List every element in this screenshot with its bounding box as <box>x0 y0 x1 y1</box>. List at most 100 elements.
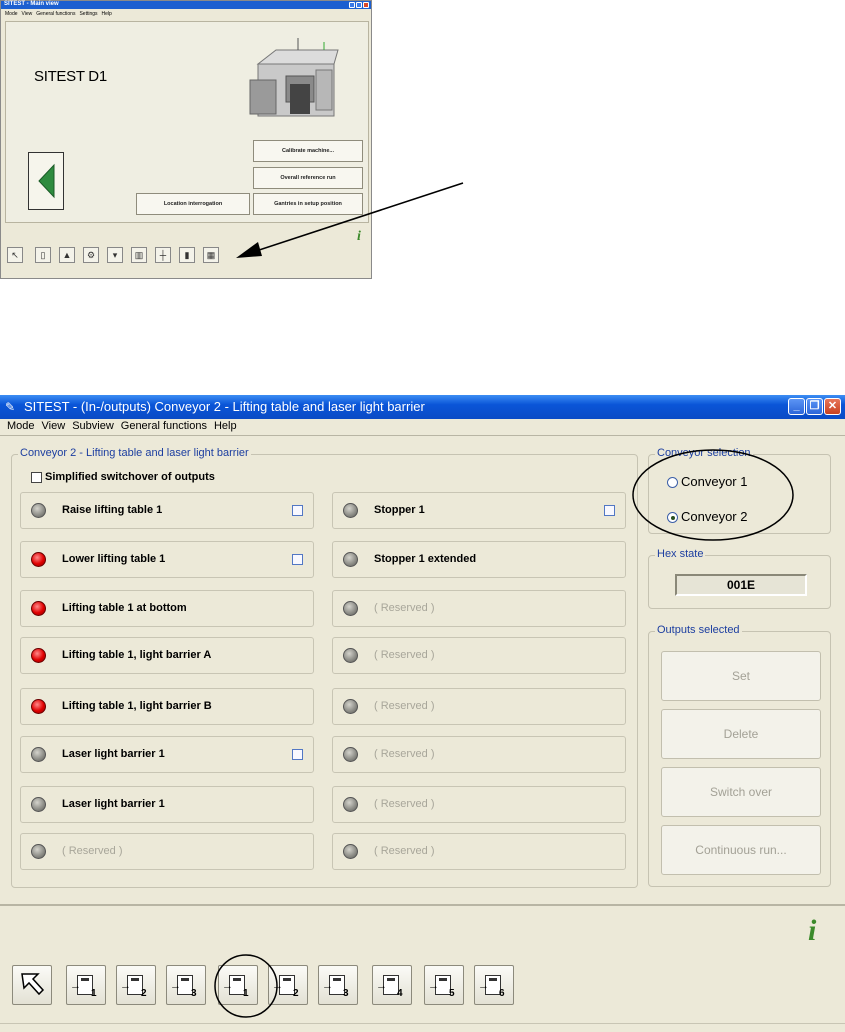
left-io-row[interactable]: Lifting table 1, light barrier A <box>20 637 314 674</box>
menu-help[interactable]: Help <box>102 11 112 17</box>
main-view-titlebar: SITEST - Main view <box>1 1 371 9</box>
io-label: Stopper 1 <box>374 504 425 516</box>
outputs-toolbar-button[interactable]: → 5 <box>424 965 464 1005</box>
io-view-title: SITEST - (In-/outputs) Conveyor 2 - Lift… <box>24 399 425 414</box>
io-group: Conveyor 2 - Lifting table and laser lig… <box>11 447 638 888</box>
feeder-icon[interactable]: ▥ <box>131 247 147 263</box>
arrow-right-icon: → <box>170 980 181 992</box>
inputs-toolbar-button[interactable]: → 3 <box>166 965 206 1005</box>
minimize-button[interactable]: _ <box>788 398 805 415</box>
io-label: Stopper 1 extended <box>374 553 477 565</box>
left-io-row[interactable]: Laser light barrier 1 <box>20 736 314 773</box>
outputs-selected-group: Outputs selected Set Delete Switch over … <box>648 624 831 887</box>
io-label: Laser light barrier 1 <box>62 798 165 810</box>
right-io-row[interactable]: ( Reserved ) <box>332 736 626 773</box>
io-label: Lifting table 1, light barrier B <box>62 700 212 712</box>
continuous-run-button[interactable]: Continuous run... <box>661 825 821 875</box>
outputs-toolbar-button[interactable]: → 3 <box>318 965 358 1005</box>
status-led-red <box>31 552 46 567</box>
right-io-row[interactable]: ( Reserved ) <box>332 590 626 627</box>
toolbar-number: 6 <box>499 988 505 999</box>
hex-state-value: 001E <box>675 574 807 596</box>
left-io-row[interactable]: Raise lifting table 1 <box>20 492 314 529</box>
io-view-menubar: Mode View Subview General functions Help <box>0 419 845 435</box>
io-label: ( Reserved ) <box>374 602 435 614</box>
pointer-icon[interactable]: ↖ <box>7 247 23 263</box>
left-io-row[interactable]: Lifting table 1 at bottom <box>20 590 314 627</box>
io-label: Lifting table 1 at bottom <box>62 602 187 614</box>
menu-subview[interactable]: Subview <box>72 420 114 432</box>
menu-view[interactable]: View <box>42 420 66 432</box>
back-button[interactable] <box>28 152 64 210</box>
right-io-row[interactable]: ( Reserved ) <box>332 688 626 725</box>
toolbar-number: 3 <box>343 988 349 999</box>
status-led-gray <box>31 844 46 859</box>
close-icon[interactable] <box>363 2 369 8</box>
status-led-gray <box>343 601 358 616</box>
main-view-title: SITEST - Main view <box>4 1 59 7</box>
inputs-toolbar-button[interactable]: → 2 <box>116 965 156 1005</box>
info-icon[interactable]: i <box>808 915 816 947</box>
menu-help[interactable]: Help <box>214 420 237 432</box>
output-checkbox[interactable] <box>604 505 615 516</box>
simplified-switchover-checkbox[interactable] <box>31 472 42 483</box>
menu-general-functions[interactable]: General functions <box>36 11 75 17</box>
inputs-outputs-icon[interactable]: ▦ <box>203 247 219 263</box>
menu-general-functions[interactable]: General functions <box>121 420 207 432</box>
maximize-icon[interactable] <box>356 2 362 8</box>
menu-view[interactable]: View <box>22 11 33 17</box>
toolbar-number: 2 <box>141 988 147 999</box>
panel-icon[interactable]: ▮ <box>179 247 195 263</box>
inputs-toolbar-button[interactable]: → 1 <box>66 965 106 1005</box>
annotation-arrow <box>236 182 464 258</box>
toolbar-number: 1 <box>91 988 97 999</box>
left-io-row[interactable]: ( Reserved ) <box>20 833 314 870</box>
component-icon[interactable]: ▲ <box>59 247 75 263</box>
right-io-row[interactable]: ( Reserved ) <box>332 786 626 823</box>
close-button[interactable]: ✕ <box>824 398 841 415</box>
menu-settings[interactable]: Settings <box>79 11 97 17</box>
io-group-title: Conveyor 2 - Lifting table and laser lig… <box>18 447 251 459</box>
menu-mode[interactable]: Mode <box>5 11 18 17</box>
machine-illustration <box>249 38 339 117</box>
io-label: Laser light barrier 1 <box>62 748 165 760</box>
pointer-button[interactable] <box>12 965 52 1005</box>
toolbar-number: 3 <box>191 988 197 999</box>
right-io-row[interactable]: Stopper 1 <box>332 492 626 529</box>
minimize-icon[interactable] <box>349 2 355 8</box>
outputs-toolbar-button[interactable]: → 4 <box>372 965 412 1005</box>
status-led-gray <box>343 844 358 859</box>
left-arrow-icon <box>38 163 55 199</box>
status-led-gray <box>343 503 358 518</box>
station-icon[interactable]: ▯ <box>35 247 51 263</box>
status-led-gray <box>31 503 46 518</box>
io-label: Raise lifting table 1 <box>62 504 163 516</box>
left-io-row[interactable]: Lifting table 1, light barrier B <box>20 688 314 725</box>
set-button[interactable]: Set <box>661 651 821 701</box>
annotation-circle <box>214 954 278 1018</box>
settings-gear-icon[interactable]: ⚙ <box>83 247 99 263</box>
left-io-row[interactable]: Lower lifting table 1 <box>20 541 314 578</box>
arrow-right-icon: → <box>322 980 333 992</box>
right-io-row[interactable]: Stopper 1 extended <box>332 541 626 578</box>
menu-mode[interactable]: Mode <box>7 420 35 432</box>
right-io-row[interactable]: ( Reserved ) <box>332 833 626 870</box>
right-io-row[interactable]: ( Reserved ) <box>332 637 626 674</box>
toolbar-number: 5 <box>449 988 455 999</box>
left-io-row[interactable]: Laser light barrier 1 <box>20 786 314 823</box>
app-icon: ✎ <box>5 400 16 414</box>
io-label: ( Reserved ) <box>62 845 123 857</box>
outputs-toolbar-button[interactable]: → 6 <box>474 965 514 1005</box>
axis-icon[interactable]: ┼ <box>155 247 171 263</box>
switch-over-button[interactable]: Switch over <box>661 767 821 817</box>
restore-button[interactable]: ❐ <box>806 398 823 415</box>
conveyor-down-icon[interactable]: ▾ <box>107 247 123 263</box>
delete-button[interactable]: Delete <box>661 709 821 759</box>
status-led-red <box>31 648 46 663</box>
io-view-titlebar: ✎ SITEST - (In-/outputs) Conveyor 2 - Li… <box>0 395 845 419</box>
output-checkbox[interactable] <box>292 554 303 565</box>
arrow-right-icon: → <box>70 980 81 992</box>
output-checkbox[interactable] <box>292 505 303 516</box>
calibrate-machine-button[interactable]: Calibrate machine... <box>253 140 363 162</box>
output-checkbox[interactable] <box>292 749 303 760</box>
